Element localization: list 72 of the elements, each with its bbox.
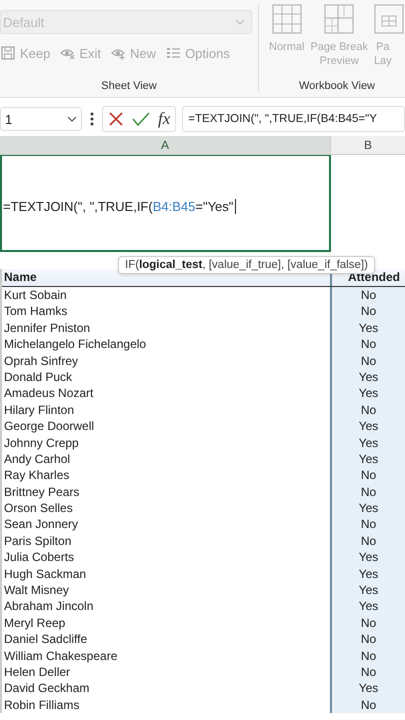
table-cell: No (330, 303, 405, 320)
list-icon (166, 46, 182, 61)
chevron-down-icon (235, 19, 245, 25)
function-tooltip: IF(logical_test, [value_if_true], [value_if_false]) (118, 256, 375, 274)
name-box[interactable]: 1 (0, 107, 82, 131)
table-cell-text: Oprah Sinfrey (3, 352, 80, 369)
table-cell-text: Walt Misney (3, 582, 70, 598)
chevron-down-icon (67, 116, 77, 122)
table-cell: No (330, 532, 405, 550)
table-cell: Yes (330, 566, 405, 582)
formula-field[interactable]: =TEXTJOIN(", ",TRUE,IF(B4:B45="Y (182, 106, 405, 132)
table-cell-text: Sean Jonnery (3, 516, 80, 533)
table-cell: No (330, 516, 405, 533)
table-cell: Yes (330, 582, 405, 598)
table-cell-text: Johnny Crepp (3, 434, 80, 451)
table-cell: No (330, 352, 405, 369)
table-cell: No (330, 696, 405, 714)
table-cell-text: Meryl Reep (3, 614, 66, 632)
table-cell: Yes (330, 450, 405, 468)
enter-button[interactable] (130, 111, 152, 127)
grid-icon (272, 4, 302, 34)
editing-cell[interactable]: =TEXTJOIN(", ",TRUE,IF(B4:B45="Yes" (0, 155, 331, 252)
checkmark-icon (132, 111, 150, 127)
table-cell-text: Abraham Jincoln (3, 598, 94, 615)
dots-icon (90, 112, 94, 126)
table-cell-text: Robin Filliams (3, 696, 80, 714)
insert-function-button[interactable]: fx (156, 109, 172, 129)
page-grid-icon (324, 4, 354, 34)
table-cell: No (330, 336, 405, 353)
table-cell-text: Kurt Sobain (3, 287, 68, 304)
table-cell: Yes (330, 680, 405, 697)
table-cell-text: Julia Coberts (3, 549, 76, 566)
table-cell-text: Michelangelo Fichelangelo (3, 336, 148, 353)
table-cell: No (330, 631, 405, 648)
table-cell-text: Andy Carhol (3, 450, 72, 468)
column-header[interactable]: A (0, 136, 331, 154)
table-cell: Yes (330, 320, 405, 336)
table-cell: No (330, 484, 405, 500)
table-cell: No (330, 287, 405, 304)
table-cell-text: Helen Deller (3, 664, 72, 680)
table-cell: Yes (330, 500, 405, 516)
column-heading: Name (3, 269, 38, 286)
table-cell-text: Hilary Flinton (3, 402, 76, 418)
column-header[interactable]: B (331, 136, 405, 154)
table-cell: No (330, 402, 405, 418)
table-cell: Yes (330, 418, 405, 435)
table-cell-text: Hugh Sackman (3, 566, 88, 582)
table-cell-text: Ray Kharles (3, 467, 70, 484)
table-cell: No (330, 664, 405, 680)
table-cell: Yes (330, 368, 405, 386)
table-cell: No (330, 648, 405, 664)
table-cell-text: Orson Selles (3, 500, 74, 516)
table-cell-text: Paris Spilton (3, 532, 72, 550)
table-cell: Yes (330, 434, 405, 451)
group-label: Workbook View (298, 80, 376, 94)
table-cell-text: Jennifer Pniston (3, 320, 92, 336)
table-cell-text: David Geckham (3, 680, 90, 697)
table-cell-text: Daniel Sadcliffe (3, 631, 88, 648)
table-cell: Yes (330, 598, 405, 615)
table-cell-text: Tom Hamks (3, 303, 68, 320)
table-cell-text: William Chakespeare (3, 648, 118, 664)
page-layout-icon (374, 4, 404, 34)
table-cell-text: Brittney Pears (3, 484, 80, 500)
group-label: Sheet View (100, 80, 158, 94)
table-cell: Yes (330, 549, 405, 566)
table-cell: No (330, 614, 405, 632)
table-cell-text: Donald Puck (3, 368, 74, 386)
table-cell-text: George Doorwell (3, 418, 96, 435)
table-cell-text: Amadeus Nozart (3, 385, 94, 402)
close-icon (108, 111, 124, 127)
table-cell: No (330, 467, 405, 484)
table-cell: Yes (330, 385, 405, 402)
